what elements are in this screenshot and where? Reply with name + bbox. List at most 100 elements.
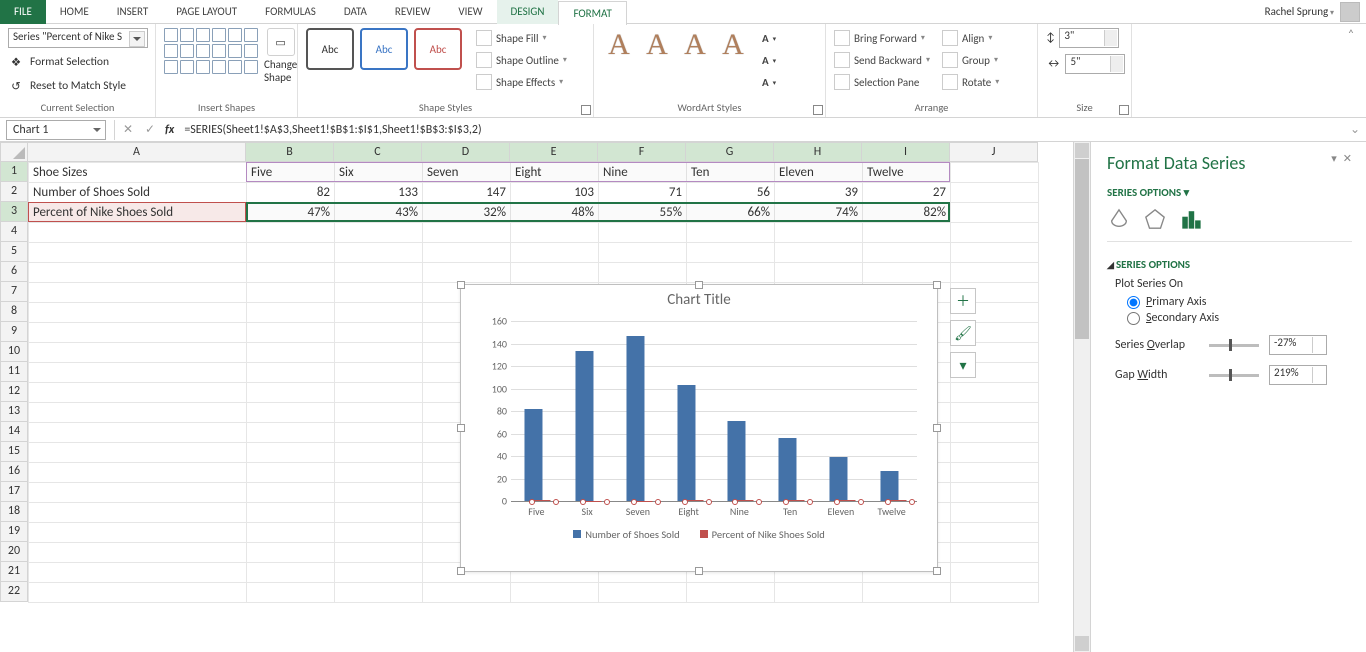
cell[interactable]: Percent of Nike Shoes Sold <box>29 203 247 223</box>
tab-formulas[interactable]: FORMULAS <box>251 0 330 24</box>
wordart-preset[interactable]: A <box>602 28 636 70</box>
height-input[interactable]: 3" <box>1059 28 1119 48</box>
wordart-preset[interactable]: A <box>716 28 750 70</box>
row-header[interactable]: 8 <box>0 302 28 322</box>
row-header[interactable]: 10 <box>0 342 28 362</box>
dialog-launcher[interactable] <box>813 105 823 115</box>
cell[interactable]: 32% <box>423 203 511 223</box>
cancel-formula-button[interactable]: ✕ <box>117 122 139 137</box>
tab-review[interactable]: REVIEW <box>381 0 445 24</box>
pane-options-button[interactable]: ▾ <box>1331 152 1337 165</box>
collapse-ribbon-button[interactable]: ˄ <box>1336 24 1366 117</box>
scroll-down-button[interactable] <box>1075 636 1089 651</box>
tab-page-layout[interactable]: PAGE LAYOUT <box>162 0 251 24</box>
cell[interactable]: 82% <box>863 203 951 223</box>
width-input[interactable]: 5" <box>1065 54 1125 74</box>
send-backward-button[interactable]: Send Backward <box>834 50 930 70</box>
row-header[interactable]: 16 <box>0 462 28 482</box>
cell[interactable]: Seven <box>423 163 511 183</box>
cell[interactable]: Shoe Sizes <box>29 163 247 183</box>
cell[interactable] <box>951 183 1039 203</box>
row-header[interactable]: 15 <box>0 442 28 462</box>
cell[interactable]: 82 <box>247 183 335 203</box>
cell[interactable]: 71 <box>599 183 687 203</box>
row-header[interactable]: 11 <box>0 362 28 382</box>
row-header[interactable]: 1 <box>0 162 28 182</box>
col-header-j[interactable]: J <box>950 142 1038 162</box>
series-overlap-slider[interactable] <box>1209 344 1259 347</box>
col-header-b[interactable]: B <box>246 142 334 162</box>
gap-width-input[interactable]: 219% <box>1269 365 1327 385</box>
tab-format[interactable]: FORMAT <box>558 1 626 25</box>
effects-tab[interactable] <box>1143 207 1167 231</box>
col-header-h[interactable]: H <box>774 142 862 162</box>
row-header[interactable]: 19 <box>0 522 28 542</box>
text-effects-button[interactable]: A ▾ <box>762 72 776 92</box>
cell[interactable]: Eleven <box>775 163 863 183</box>
col-header-a[interactable]: A <box>28 142 246 162</box>
worksheet[interactable]: A B C D E F G H I J 1 2 3 4 5 6 7 8 9 10 <box>0 142 1073 652</box>
cell[interactable]: Number of Shoes Sold <box>29 183 247 203</box>
cell[interactable]: Ten <box>687 163 775 183</box>
shape-style-preset[interactable]: Abc <box>360 28 408 70</box>
tab-file[interactable]: FILE <box>0 0 46 24</box>
cell[interactable]: 47% <box>247 203 335 223</box>
embedded-chart[interactable]: Chart Title 020406080100120140160 FiveSi… <box>460 284 938 572</box>
text-outline-button[interactable]: A ▾ <box>762 50 776 70</box>
cell[interactable]: Five <box>247 163 335 183</box>
cell[interactable]: 66% <box>687 203 775 223</box>
cell[interactable]: 55% <box>599 203 687 223</box>
chart-filters-button[interactable]: ▾ <box>950 352 976 378</box>
scroll-up-button[interactable] <box>1075 143 1089 158</box>
scroll-thumb[interactable] <box>1075 159 1089 339</box>
primary-axis-radio[interactable] <box>1127 296 1140 309</box>
col-header-g[interactable]: G <box>686 142 774 162</box>
chart-element-selector[interactable]: Series "Percent of Nike S <box>8 28 148 48</box>
fill-line-tab[interactable] <box>1107 207 1131 231</box>
row-header[interactable]: 7 <box>0 282 28 302</box>
shape-style-preset[interactable]: Abc <box>306 28 354 70</box>
secondary-axis-option[interactable]: Secondary Axis <box>1127 311 1352 325</box>
chart-elements-button[interactable]: ＋ <box>950 288 976 314</box>
format-selection-button[interactable]: ❖ Format Selection <box>8 52 109 72</box>
cell[interactable]: Twelve <box>863 163 951 183</box>
pane-close-button[interactable]: ✕ <box>1343 152 1352 165</box>
cell[interactable]: 147 <box>423 183 511 203</box>
formula-bar[interactable]: =SERIES(Sheet1!$A$3,Sheet1!$B$1:$I$1,She… <box>178 123 1350 137</box>
shape-style-preset[interactable]: Abc <box>414 28 462 70</box>
column-headers[interactable]: A B C D E F G H I J <box>28 142 1073 162</box>
change-shape-button[interactable]: ▭ Change Shape <box>264 28 297 84</box>
align-button[interactable]: Align <box>942 28 999 48</box>
selection-pane-button[interactable]: Selection Pane <box>834 72 930 92</box>
dialog-launcher[interactable] <box>581 105 591 115</box>
series-options-dropdown[interactable]: SERIES OPTIONS ▾ <box>1107 186 1352 199</box>
col-header-d[interactable]: D <box>422 142 510 162</box>
row-header[interactable]: 18 <box>0 502 28 522</box>
bring-forward-button[interactable]: Bring Forward <box>834 28 930 48</box>
gap-width-slider[interactable] <box>1209 374 1259 377</box>
vertical-scrollbar[interactable] <box>1073 142 1090 652</box>
enter-formula-button[interactable]: ✓ <box>139 122 161 137</box>
secondary-axis-radio[interactable] <box>1127 312 1140 325</box>
series-overlap-input[interactable]: -27% <box>1269 335 1327 355</box>
wordart-gallery[interactable]: A A A A <box>602 28 750 70</box>
row-header[interactable]: 20 <box>0 542 28 562</box>
row-header[interactable]: 14 <box>0 422 28 442</box>
wordart-preset[interactable]: A <box>640 28 674 70</box>
row-header[interactable]: 5 <box>0 242 28 262</box>
row-header[interactable]: 13 <box>0 402 28 422</box>
row-header[interactable]: 3 <box>0 202 28 222</box>
primary-axis-option[interactable]: PPrimary Axisrimary Axis <box>1127 295 1352 309</box>
cell[interactable]: Nine <box>599 163 687 183</box>
col-header-e[interactable]: E <box>510 142 598 162</box>
row-header[interactable]: 17 <box>0 482 28 502</box>
rotate-button[interactable]: Rotate <box>942 72 999 92</box>
expand-formula-bar[interactable] <box>1350 122 1366 137</box>
cell[interactable] <box>951 203 1039 223</box>
cell[interactable] <box>951 163 1039 183</box>
cell[interactable]: 27 <box>863 183 951 203</box>
shape-styles-gallery[interactable]: Abc Abc Abc <box>306 28 462 70</box>
row-header[interactable]: 4 <box>0 222 28 242</box>
name-box[interactable]: Chart 1 <box>6 120 106 140</box>
col-header-f[interactable]: F <box>598 142 686 162</box>
